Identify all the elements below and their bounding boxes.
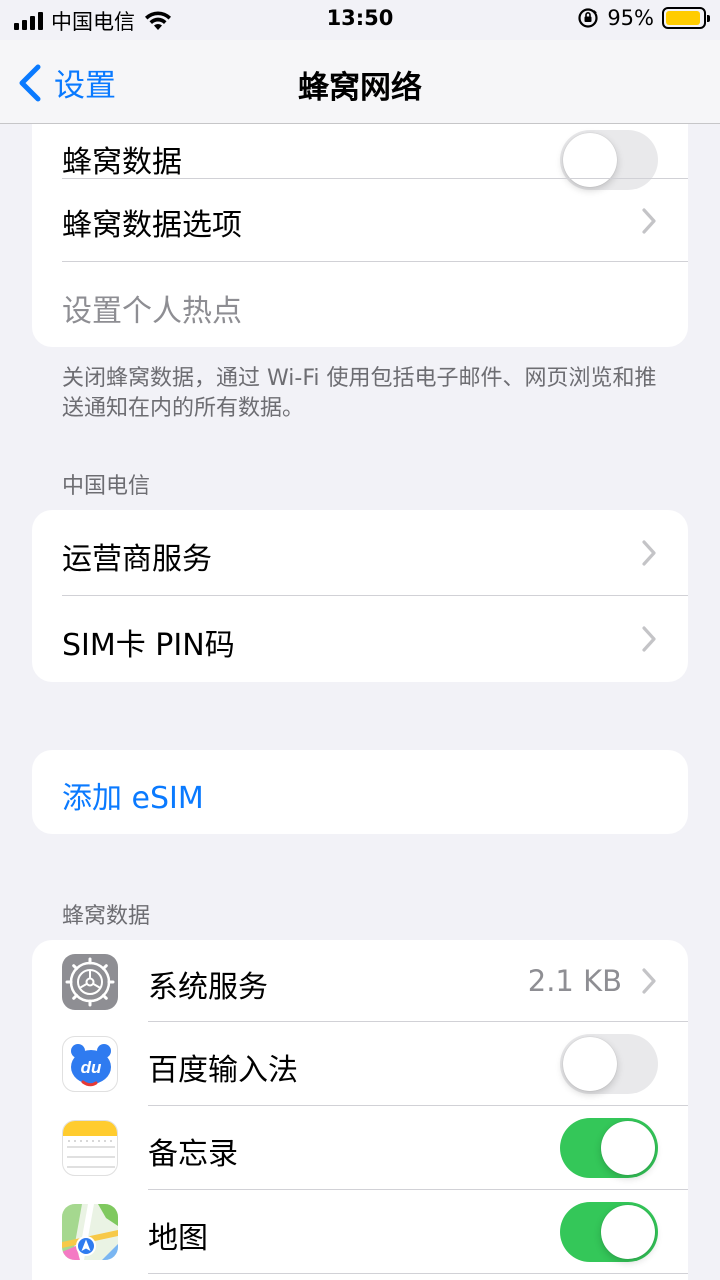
cellular-data-options-label: 蜂窝数据选项 bbox=[62, 208, 242, 243]
chevron-right-icon bbox=[642, 626, 656, 652]
chevron-right-icon bbox=[642, 968, 656, 994]
apps-section-header: 蜂窝数据 bbox=[62, 904, 151, 929]
battery-icon bbox=[662, 7, 710, 29]
switch-knob bbox=[601, 1205, 655, 1259]
switch-knob bbox=[601, 1121, 655, 1175]
orientation-lock-icon bbox=[578, 8, 598, 28]
sim-pin-label: SIM卡 PIN码 bbox=[62, 628, 235, 663]
switch-knob bbox=[563, 1037, 617, 1091]
chevron-right-icon bbox=[642, 208, 656, 234]
personal-hotspot-row: 设置个人热点 bbox=[32, 262, 688, 347]
app-row-maps: 地图 bbox=[32, 1190, 688, 1274]
carrier-section-header: 中国电信 bbox=[62, 474, 151, 499]
app-data-switch[interactable] bbox=[560, 1118, 658, 1178]
app-row-baidu-input: du 百度输入法 bbox=[32, 1022, 688, 1106]
app-row-system-services[interactable]: 系统服务 2.1 KB bbox=[32, 940, 688, 1022]
cellular-data-options-row[interactable]: 蜂窝数据选项 bbox=[32, 179, 688, 262]
gear-icon bbox=[62, 954, 118, 1010]
baidu-input-icon: du bbox=[62, 1036, 118, 1092]
maps-icon bbox=[62, 1204, 118, 1260]
data-usage-value: 2.1 KB bbox=[527, 964, 622, 998]
app-name: 百度输入法 bbox=[148, 1053, 298, 1088]
app-data-switch[interactable] bbox=[560, 1202, 658, 1262]
app-name: 备忘录 bbox=[148, 1137, 238, 1172]
add-esim-row[interactable]: 添加 eSIM bbox=[32, 750, 688, 834]
cellular-data-footnote: 关闭蜂窝数据，通过 Wi-Fi 使用包括电子邮件、网页浏览和推送通知在内的所有数… bbox=[62, 366, 657, 421]
screen: 中国电信 13:50 95% 设置 蜂窝网络 蜂窝数据 蜂窝数据选项 设置个人热… bbox=[0, 0, 720, 1280]
svg-text:du: du bbox=[81, 1058, 102, 1077]
navigation-bar: 设置 蜂窝网络 bbox=[0, 40, 720, 124]
apps-group: 系统服务 2.1 KB du 百度输入法 备忘录 地图 bbox=[32, 940, 688, 1280]
sim-pin-row[interactable]: SIM卡 PIN码 bbox=[32, 596, 688, 682]
carrier-services-label: 运营商服务 bbox=[62, 542, 212, 577]
carrier-group: 运营商服务 SIM卡 PIN码 bbox=[32, 510, 688, 682]
app-name: 地图 bbox=[148, 1221, 208, 1256]
status-bar: 中国电信 13:50 95% bbox=[0, 0, 720, 40]
app-row-notes: 备忘录 bbox=[32, 1106, 688, 1190]
page-title: 蜂窝网络 bbox=[298, 70, 422, 106]
row-divider bbox=[148, 1273, 688, 1274]
personal-hotspot-label: 设置个人热点 bbox=[62, 294, 242, 329]
battery-percent: 95% bbox=[607, 6, 654, 30]
notes-icon bbox=[62, 1120, 118, 1176]
add-esim-label: 添加 eSIM bbox=[62, 781, 204, 816]
status-right: 95% bbox=[577, 6, 710, 30]
cellular-data-label: 蜂窝数据 bbox=[62, 145, 182, 180]
app-data-switch[interactable] bbox=[560, 1034, 658, 1094]
app-name: 系统服务 bbox=[148, 970, 268, 1005]
esim-group: 添加 eSIM bbox=[32, 750, 688, 834]
battery-fill bbox=[666, 11, 701, 25]
chevron-right-icon bbox=[642, 540, 656, 566]
carrier-services-row[interactable]: 运营商服务 bbox=[32, 510, 688, 596]
